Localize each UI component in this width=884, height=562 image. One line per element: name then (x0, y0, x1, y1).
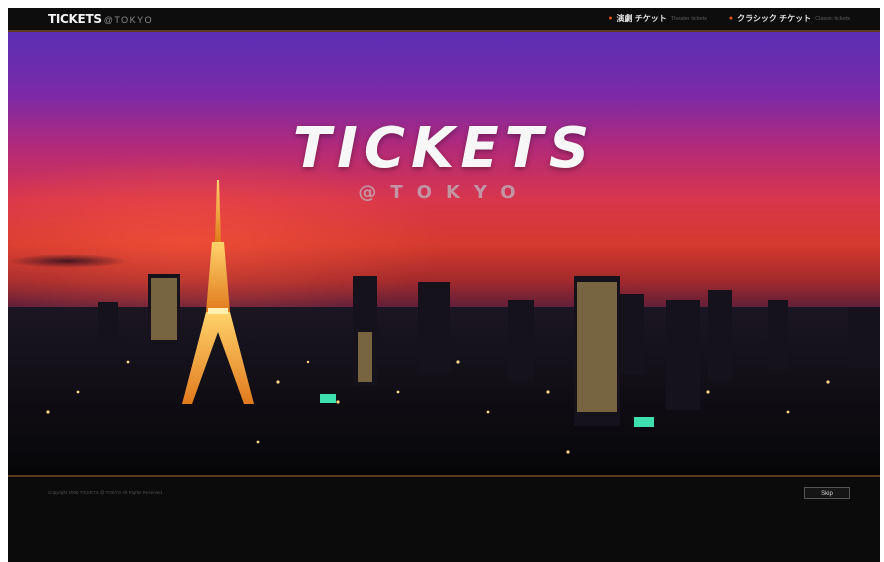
page-frame: TICKETS @TOKYO ● 演劇 チケット Theater tickets… (8, 8, 880, 562)
copyright-text: Copyright 2006 TICKETS @ TOKYO All Right… (48, 490, 164, 495)
header-bar: TICKETS @TOKYO ● 演劇 チケット Theater tickets… (8, 8, 880, 32)
nav-label: クラシック チケット (737, 14, 812, 23)
logo-sub-text: @TOKYO (103, 15, 154, 25)
tokyo-skyline-illustration (8, 180, 880, 475)
footer-divider (8, 475, 880, 477)
nav-sublabel: Theater tickets (670, 15, 707, 22)
hero-image: TICKETS @TOKYO (8, 32, 880, 475)
nav-label: 演劇 チケット (616, 14, 667, 23)
site-logo[interactable]: TICKETS @TOKYO (48, 12, 153, 26)
bullet-icon: ● (728, 14, 734, 22)
skip-button[interactable]: Skip (804, 487, 850, 499)
nav-theater-tickets[interactable]: ● 演劇 チケット Theater tickets (608, 13, 707, 24)
logo-main-text: TICKETS (48, 12, 102, 26)
nav-classic-tickets[interactable]: ● クラシック チケット Classic tickets (729, 13, 850, 24)
top-nav: ● 演劇 チケット Theater tickets ● クラシック チケット C… (608, 13, 850, 24)
hero-subtitle: @TOKYO (358, 182, 530, 203)
hero-title: TICKETS (292, 116, 596, 181)
nav-sublabel: Classic tickets (815, 15, 850, 22)
bullet-icon: ● (608, 14, 613, 22)
